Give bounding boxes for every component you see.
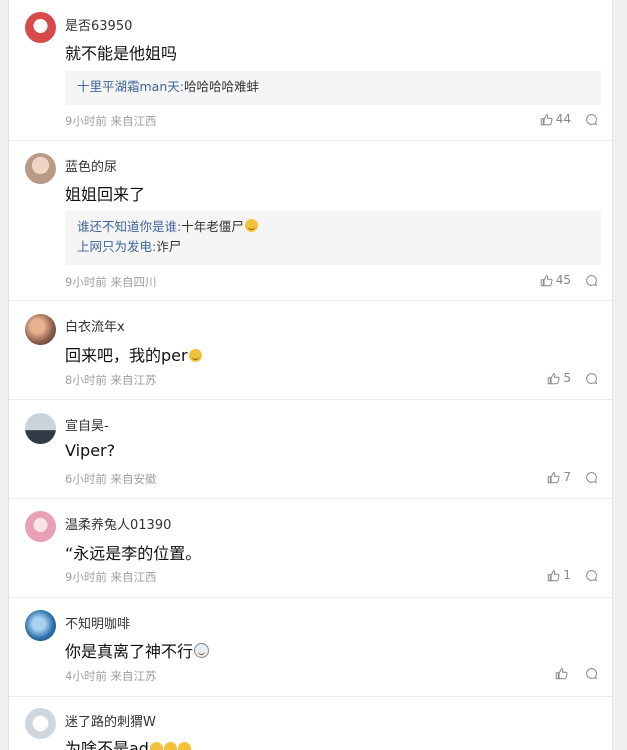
username[interactable]: 迷了路的刺猬W	[65, 711, 156, 730]
comment-text-content: 你是真离了神不行	[65, 642, 194, 661]
reply-bubble-icon[interactable]	[585, 113, 598, 126]
comment-location: 来自江西	[110, 114, 157, 128]
username[interactable]: 宣自昊-	[65, 415, 109, 434]
thumbs-up-icon	[540, 113, 553, 126]
like-button[interactable]: 45	[540, 273, 571, 287]
like-count: 1	[563, 568, 571, 582]
username[interactable]: 不知明咖啡	[65, 613, 130, 632]
thumbs-up-icon	[540, 274, 553, 287]
thumbs-up-icon	[547, 569, 560, 582]
reply-preview[interactable]: 十里平湖霜man天:哈哈哈哈难蚌	[65, 71, 601, 105]
reply-text: 哈哈哈哈难蚌	[183, 79, 259, 94]
comment-text: 姐姐回来了	[65, 185, 146, 204]
comment-time: 8小时前	[65, 373, 107, 387]
comment-item: 白衣流年x 回来吧，我的per 8小时前 来自江苏 5	[9, 301, 612, 400]
comment-actions: 1	[547, 568, 598, 582]
comment-actions: 45	[540, 273, 598, 287]
comment-list: 是否63950 就不能是他姐吗 十里平湖霜man天:哈哈哈哈难蚌 9小时前 来自…	[8, 0, 613, 750]
comment-location: 来自四川	[110, 275, 157, 289]
avatar[interactable]	[25, 511, 56, 542]
comment-actions: 5	[547, 371, 598, 385]
reply-text: 诈尸	[156, 239, 182, 254]
cry-emoji	[188, 349, 202, 362]
reply-bubble-icon[interactable]	[585, 471, 598, 484]
avatar[interactable]	[25, 314, 56, 345]
comment-time: 6小时前	[65, 472, 107, 486]
dizzy-emoji	[194, 643, 210, 658]
thumbs-up-icon	[555, 667, 568, 680]
like-button[interactable]	[555, 667, 571, 680]
like-button[interactable]: 5	[547, 371, 571, 385]
reply-bubble-icon[interactable]	[585, 372, 598, 385]
reply-username[interactable]: 上网只为发电:	[77, 239, 156, 254]
laugh-emoji	[163, 742, 177, 750]
comment-text: 回来吧，我的per	[65, 342, 202, 366]
comment-text: 你是真离了神不行	[65, 638, 210, 662]
comment-meta: 4小时前 来自江苏	[65, 668, 156, 684]
comment-text: “永远是李的位置。	[65, 544, 202, 563]
comment-item: 是否63950 就不能是他姐吗 十里平湖霜man天:哈哈哈哈难蚌 9小时前 来自…	[9, 0, 612, 141]
username[interactable]: 白衣流年x	[65, 316, 125, 335]
like-button[interactable]: 1	[547, 568, 571, 582]
laugh-emoji	[177, 742, 191, 750]
thumbs-up-icon	[547, 471, 560, 484]
username[interactable]: 蓝色的尿	[65, 156, 117, 175]
username[interactable]: 是否63950	[65, 15, 132, 34]
like-count: 44	[555, 112, 571, 126]
comment-item: 宣自昊- Viper? 6小时前 来自安徽 7	[9, 400, 612, 499]
laugh-emoji	[244, 219, 258, 232]
comment-meta: 8小时前 来自江苏	[65, 372, 156, 388]
comment-text-content: 回来吧，我的per	[65, 346, 188, 365]
like-count: 5	[563, 371, 571, 385]
comment-location: 来自安徽	[110, 472, 157, 486]
comment-meta: 6小时前 来自安徽	[65, 471, 156, 487]
comment-location: 来自江苏	[110, 373, 157, 387]
thumbs-up-icon	[547, 372, 560, 385]
avatar[interactable]	[25, 708, 56, 739]
comment-meta: 9小时前 来自江西	[65, 113, 156, 129]
avatar[interactable]	[25, 12, 56, 43]
like-button[interactable]: 44	[540, 112, 571, 126]
reply-line: 十里平湖霜man天:哈哈哈哈难蚌	[77, 77, 589, 97]
username[interactable]: 温柔养兔人01390	[65, 514, 171, 533]
reply-bubble-icon[interactable]	[585, 274, 598, 287]
comment-location: 来自江苏	[110, 669, 157, 683]
reply-line: 上网只为发电:诈尸	[77, 237, 589, 257]
reply-username[interactable]: 十里平湖霜man天:	[77, 79, 184, 94]
comment-actions	[555, 667, 598, 680]
comment-item: 迷了路的刺猬W 为啥不是ad	[9, 697, 612, 750]
reply-bubble-icon[interactable]	[585, 569, 598, 582]
comment-text: Viper?	[65, 441, 116, 460]
comment-text-content: 为啥不是ad	[65, 739, 149, 750]
comment-meta: 9小时前 来自四川	[65, 274, 156, 290]
comment-meta: 9小时前 来自江西	[65, 569, 156, 585]
comment-actions: 44	[540, 112, 598, 126]
comment-time: 9小时前	[65, 114, 107, 128]
comment-location: 来自江西	[110, 570, 157, 584]
avatar[interactable]	[25, 153, 56, 184]
comment-time: 9小时前	[65, 275, 107, 289]
avatar[interactable]	[25, 610, 56, 641]
comment-item: 不知明咖啡 你是真离了神不行 4小时前 来自江苏	[9, 598, 612, 697]
reply-username[interactable]: 谁还不知道你是谁:	[77, 219, 181, 234]
reply-text: 十年老僵尸	[181, 219, 244, 234]
like-count: 7	[563, 470, 571, 484]
reply-line: 谁还不知道你是谁:十年老僵尸	[77, 217, 589, 237]
comment-text: 就不能是他姐吗	[65, 44, 178, 63]
laugh-emoji	[149, 742, 163, 750]
like-button[interactable]: 7	[547, 470, 571, 484]
comment-item: 温柔养兔人01390 “永远是李的位置。 9小时前 来自江西 1	[9, 499, 612, 598]
comment-item: 蓝色的尿 姐姐回来了 谁还不知道你是谁:十年老僵尸 上网只为发电:诈尸 9小时前…	[9, 141, 612, 301]
comment-time: 4小时前	[65, 669, 107, 683]
comment-actions: 7	[547, 470, 598, 484]
reply-preview[interactable]: 谁还不知道你是谁:十年老僵尸 上网只为发电:诈尸	[65, 211, 601, 265]
reply-bubble-icon[interactable]	[585, 667, 598, 680]
comment-text: 为啥不是ad	[65, 735, 191, 750]
avatar[interactable]	[25, 413, 56, 444]
like-count: 45	[555, 273, 571, 287]
comment-time: 9小时前	[65, 570, 107, 584]
